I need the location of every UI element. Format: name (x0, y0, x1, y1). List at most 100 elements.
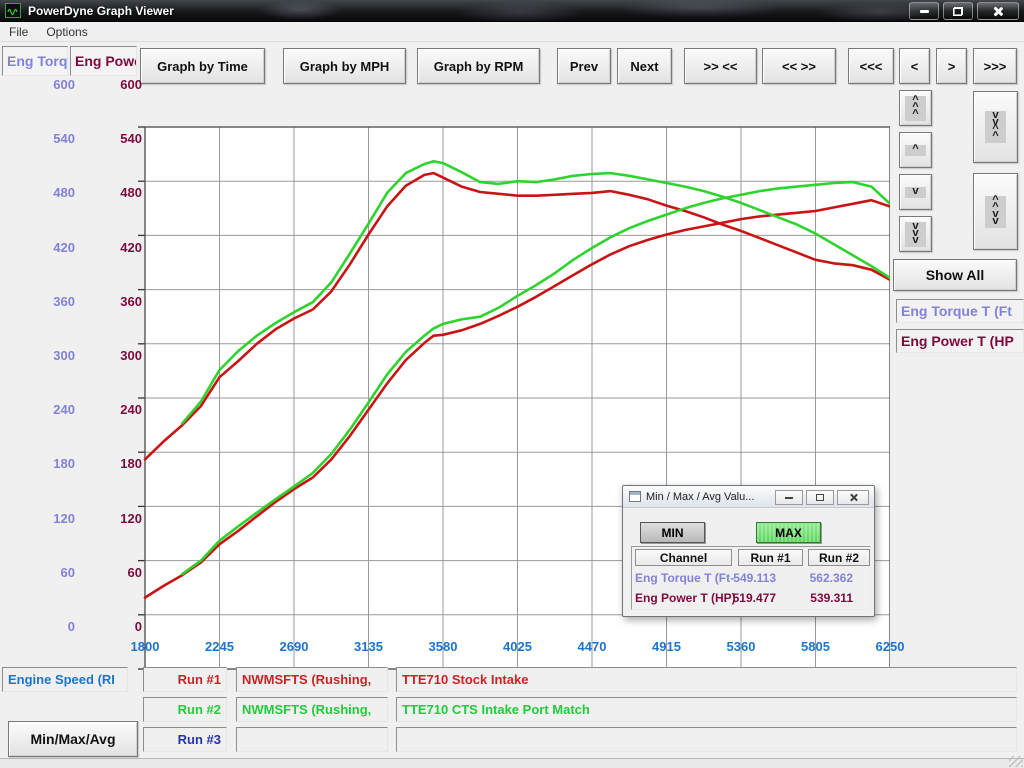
app-icon (5, 3, 21, 18)
torque-axis-label: 420 (30, 239, 75, 257)
torque-legend-text: Eng Torque T (Ft (901, 303, 1012, 319)
close-button[interactable] (977, 2, 1019, 20)
run1-desc: TTE710 Stock Intake (402, 672, 528, 687)
power-legend-label[interactable]: Eng Power T (HP (896, 329, 1024, 353)
rpm-axis-label: 3580 (413, 638, 473, 656)
minmax-dialog-title: Min / Max / Avg Valu... (646, 491, 754, 503)
power-axis-label: 240 (97, 401, 142, 419)
torque-axis-label: 180 (30, 455, 75, 473)
rpm-axis-label: 2690 (264, 638, 324, 656)
run2-label-box: Run #2 (143, 697, 227, 722)
rpm-axis-label: 3135 (339, 638, 399, 656)
rpm-axis-label: 4470 (562, 638, 622, 656)
power-axis-label: 300 (97, 347, 142, 365)
dialog-icon (629, 491, 641, 502)
scroll-up-icon: ^ (905, 145, 926, 156)
column-header-channel[interactable]: Channel (635, 549, 732, 566)
min-toggle-button[interactable]: MIN (640, 522, 705, 543)
scroll-down-icon: v (905, 187, 926, 198)
minmax-dialog: Min / Max / Avg Valu... MIN MAX Channel … (622, 485, 875, 617)
torque-axis-label: 360 (30, 293, 75, 311)
scroll-up-button[interactable]: ^ (899, 132, 932, 168)
run2-file-box[interactable]: NWMSFTS (Rushing, (236, 697, 388, 722)
run2-desc: TTE710 CTS Intake Port Match (402, 702, 590, 717)
power-axis-label: 360 (97, 293, 142, 311)
run2-label: Run #2 (178, 702, 221, 717)
dialog-maximize-icon (816, 494, 824, 501)
column-header-run1[interactable]: Run #1 (738, 549, 803, 566)
column-header-run2[interactable]: Run #2 (808, 549, 870, 566)
zoom-in-vertical-icon: vv^^ (985, 111, 1006, 143)
torque-axis-label: 240 (30, 401, 75, 419)
run2-file: NWMSFTS (Rushing, (242, 702, 371, 717)
minimize-icon (920, 10, 929, 13)
rpm-axis-label: 5360 (711, 638, 771, 656)
minmax-row-power-run1: 519.477 (726, 591, 776, 606)
dialog-minimize-icon (785, 497, 793, 499)
torque-axis-label: 0 (30, 618, 75, 636)
minimize-button[interactable] (909, 2, 939, 20)
torque-axis-label: 480 (30, 184, 75, 202)
title-bar[interactable]: PowerDyne Graph Viewer (0, 0, 1024, 22)
minmax-row-power-run2: 539.311 (798, 591, 853, 606)
run3-desc-box[interactable] (396, 727, 1017, 752)
minmax-avg-button[interactable]: Min/Max/Avg (8, 721, 138, 757)
menu-file[interactable]: File (0, 22, 37, 42)
scroll-down-fast-button[interactable]: vvv (899, 216, 932, 252)
run1-desc-box[interactable]: TTE710 Stock Intake (396, 667, 1017, 692)
dialog-close-icon (849, 493, 858, 502)
torque-legend-label[interactable]: Eng Torque T (Ft (896, 299, 1024, 323)
dialog-close-button[interactable] (837, 490, 869, 505)
power-axis-label: 480 (97, 184, 142, 202)
show-all-button[interactable]: Show All (893, 259, 1017, 291)
power-axis-label: 60 (97, 564, 142, 582)
run1-file: NWMSFTS (Rushing, (242, 672, 371, 687)
power-axis-label: 0 (97, 618, 142, 636)
run3-label: Run #3 (178, 732, 221, 747)
power-axis-label: 120 (97, 510, 142, 528)
torque-axis-label: 300 (30, 347, 75, 365)
torque-axis-label: 60 (30, 564, 75, 582)
restore-button[interactable] (943, 2, 973, 20)
menu-options[interactable]: Options (37, 22, 96, 42)
rpm-axis-label: 4025 (488, 638, 548, 656)
minmax-row-torque-run2: 562.362 (798, 571, 853, 586)
rpm-axis-label: 4915 (637, 638, 697, 656)
power-axis-label: 420 (97, 239, 142, 257)
power-axis-label: 600 (97, 76, 142, 94)
run3-label-box: Run #3 (143, 727, 227, 752)
close-icon (993, 6, 1003, 16)
rpm-axis-label: 2245 (190, 638, 250, 656)
power-axis-label: 540 (97, 130, 142, 148)
scroll-down-button[interactable]: v (899, 174, 932, 210)
torque-axis-label: 540 (30, 130, 75, 148)
status-bar (0, 758, 1024, 768)
run1-label-box: Run #1 (143, 667, 227, 692)
run1-file-box[interactable]: NWMSFTS (Rushing, (236, 667, 388, 692)
dialog-maximize-button[interactable] (806, 490, 834, 505)
menu-bar: File Options (0, 22, 1024, 42)
run1-label: Run #1 (178, 672, 221, 687)
resize-grip[interactable] (1009, 756, 1023, 767)
rpm-axis-label: 1800 (115, 638, 175, 656)
max-toggle-button[interactable]: MAX (756, 522, 821, 543)
zoom-in-vertical-button[interactable]: vv^^ (973, 91, 1018, 163)
xaxis-title-box: Engine Speed (RI (2, 667, 128, 692)
minmax-row-torque-run1: 549.113 (726, 571, 776, 586)
restore-icon (953, 7, 963, 16)
zoom-out-vertical-icon: ^^vv (985, 196, 1006, 228)
torque-axis-label: 120 (30, 510, 75, 528)
xaxis-title: Engine Speed (RI (8, 672, 115, 687)
run2-desc-box[interactable]: TTE710 CTS Intake Port Match (396, 697, 1017, 722)
rpm-axis-label: 5805 (786, 638, 846, 656)
power-legend-text: Eng Power T (HP (901, 333, 1014, 349)
scroll-up-fast-icon: ^^^ (905, 96, 926, 121)
torque-axis-label: 600 (30, 76, 75, 94)
power-axis-label: 180 (97, 455, 142, 473)
scroll-down-fast-icon: vvv (905, 222, 926, 247)
scroll-up-fast-button[interactable]: ^^^ (899, 90, 932, 126)
dialog-minimize-button[interactable] (775, 490, 803, 505)
rpm-axis-label: 6250 (860, 638, 920, 656)
run3-file-box[interactable] (236, 727, 388, 752)
zoom-out-vertical-button[interactable]: ^^vv (973, 173, 1018, 250)
